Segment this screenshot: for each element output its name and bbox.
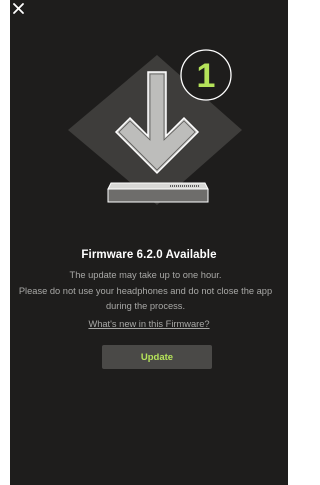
whats-new-link[interactable]: What's new in this Firmware? — [10, 319, 288, 329]
step-badge: 1 — [180, 49, 232, 101]
firmware-update-screen: 1 Firmware 6.2.0 Available The update ma… — [10, 0, 288, 485]
page-title: Firmware 6.2.0 Available — [81, 249, 217, 261]
description-line-1: The update may take up to one hour. — [69, 270, 222, 280]
update-description: The update may take up to one hour. Plea… — [10, 268, 288, 315]
device-base-icon — [107, 182, 209, 203]
description-line-2: Please do not use your headphones and do… — [18, 285, 273, 296]
firmware-download-illustration: 1 — [68, 49, 242, 205]
step-number: 1 — [197, 57, 216, 95]
update-button[interactable]: Update — [102, 345, 212, 369]
description-line-3: during the process. — [105, 301, 186, 311]
